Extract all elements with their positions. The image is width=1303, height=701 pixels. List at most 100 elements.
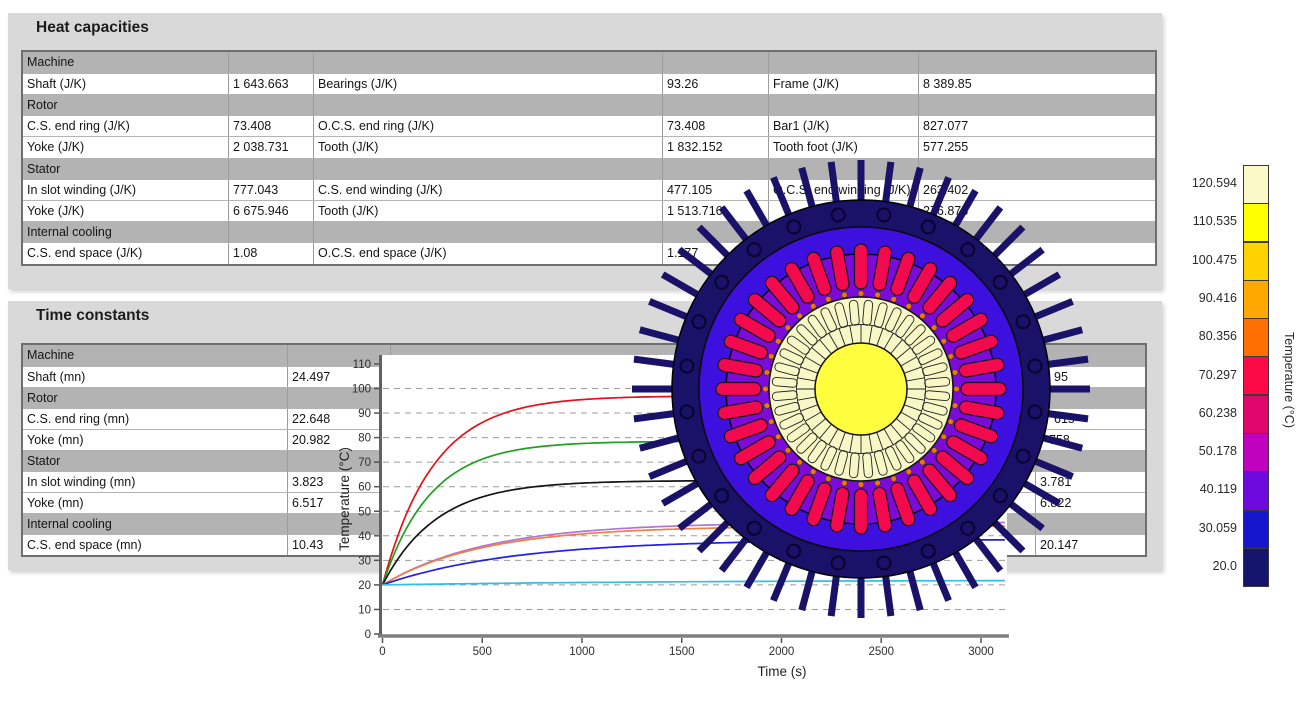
colorbar-tick-label: 40.119 xyxy=(1175,482,1237,496)
label-cell: C.S. end space (mn) xyxy=(23,535,287,556)
colorbar-segment xyxy=(1243,203,1269,242)
value-cell xyxy=(700,409,800,430)
value-cell: 10.43 xyxy=(287,535,390,556)
section-label xyxy=(313,159,662,180)
colorbar-tick-label: 90.416 xyxy=(1175,291,1237,305)
label-cell xyxy=(768,201,918,222)
heat-capacities-table: MachineShaft (J/K)1 643.663Bearings (J/K… xyxy=(21,50,1157,266)
value-cell: 22.648 xyxy=(287,409,390,430)
label-cell xyxy=(390,367,700,388)
section-label xyxy=(662,159,768,180)
section-label xyxy=(918,95,1155,116)
value-cell: 1.08 xyxy=(228,243,313,264)
y-tick-label: 20 xyxy=(358,580,371,592)
y-tick-label: 10 xyxy=(358,604,371,616)
colorbar-segment xyxy=(1243,165,1269,204)
label-cell: Bearings (J/K) xyxy=(313,74,662,95)
label-cell: C.S. end ring (J/K) xyxy=(23,116,228,137)
table-row: C.S. end space (mn)10.4320.147 xyxy=(23,534,1145,556)
frame-fin xyxy=(906,567,924,611)
value-cell: 3.823 xyxy=(287,472,390,493)
label-cell: Tooth (J/K) xyxy=(313,137,662,158)
colorbar-segment xyxy=(1243,395,1269,434)
section-label xyxy=(390,514,700,535)
value-cell: 1.177 xyxy=(662,243,768,264)
section-label xyxy=(228,222,313,243)
section-label xyxy=(1035,514,1145,535)
slot-opening xyxy=(841,292,847,298)
section-label xyxy=(287,388,390,409)
section-label xyxy=(918,222,1155,243)
value-cell xyxy=(700,367,800,388)
label-cell xyxy=(390,493,700,514)
label-cell: O.C.S. end winding (J/K) xyxy=(768,180,918,201)
frame-fin xyxy=(882,572,895,617)
colorbar-segment xyxy=(1243,548,1269,587)
section-label xyxy=(700,388,800,409)
label-cell xyxy=(800,493,1035,514)
time-constants-title: Time constants xyxy=(36,307,149,325)
section-label: Machine xyxy=(23,345,287,366)
temperature-colorbar xyxy=(1243,165,1269,586)
value-cell: 73.408 xyxy=(228,116,313,137)
value-cell: 24.497 xyxy=(287,367,390,388)
thermal-report-canvas: Heat capacities MachineShaft (J/K)1 643.… xyxy=(0,0,1303,701)
value-cell xyxy=(700,493,800,514)
section-label: Machine xyxy=(23,52,228,73)
x-tick-label: 2000 xyxy=(769,646,795,658)
section-label xyxy=(800,451,1035,472)
label-cell: Tooth foot (J/K) xyxy=(768,137,918,158)
label-cell: O.C.S. end ring (J/K) xyxy=(313,116,662,137)
colorbar-segment xyxy=(1243,280,1269,319)
table-row: Shaft (J/K)1 643.663Bearings (J/K)93.26F… xyxy=(23,73,1155,95)
value-cell: 1 832.152 xyxy=(662,137,768,158)
section-label xyxy=(1035,345,1145,366)
value-cell: 276.878 xyxy=(918,201,1155,222)
section-label: Internal cooling xyxy=(23,222,228,243)
value-cell: 1 643.663 xyxy=(228,74,313,95)
table-row: Shaft (mn)24.49795 xyxy=(23,366,1145,388)
x-tick-label: 3000 xyxy=(968,646,994,658)
section-label xyxy=(313,222,662,243)
section-label xyxy=(390,388,700,409)
table-row: In slot winding (mn)3.8233.781 xyxy=(23,471,1145,493)
label-cell xyxy=(390,409,700,430)
value-cell: 1 513.716 xyxy=(662,201,768,222)
section-label: Rotor xyxy=(23,388,287,409)
label-cell xyxy=(800,430,1035,451)
section-label xyxy=(700,345,800,366)
colorbar-tick-label: 120.594 xyxy=(1175,176,1237,190)
label-cell xyxy=(800,409,1035,430)
section-label: Internal cooling xyxy=(23,514,287,535)
frame-fin xyxy=(828,572,841,617)
section-label xyxy=(228,159,313,180)
label-cell: Yoke (J/K) xyxy=(23,201,228,222)
label-cell xyxy=(390,535,700,556)
section-label xyxy=(287,451,390,472)
section-label xyxy=(800,345,1035,366)
colorbar-tick-label: 100.475 xyxy=(1175,253,1237,267)
section-row: Machine xyxy=(23,345,1145,366)
value-cell: 263.402 xyxy=(918,180,1155,201)
label-cell: Shaft (mn) xyxy=(23,367,287,388)
colorbar-segment xyxy=(1243,433,1269,472)
x-tick-label: 500 xyxy=(473,646,492,658)
value-cell xyxy=(700,535,800,556)
colorbar-segment xyxy=(1243,356,1269,395)
slot-opening xyxy=(874,292,880,298)
label-cell xyxy=(800,535,1035,556)
label-cell: Bar1 (J/K) xyxy=(768,116,918,137)
value-cell: 6.822 xyxy=(1035,493,1145,514)
label-cell xyxy=(768,243,918,264)
value-cell: 758 xyxy=(1035,430,1145,451)
x-tick-label: 1000 xyxy=(569,646,595,658)
table-row: C.S. end ring (J/K)73.408O.C.S. end ring… xyxy=(23,115,1155,137)
label-cell: In slot winding (mn) xyxy=(23,472,287,493)
table-row: Yoke (J/K)2 038.731Tooth (J/K)1 832.152T… xyxy=(23,136,1155,158)
section-label xyxy=(768,222,918,243)
value-cell xyxy=(700,430,800,451)
colorbar-segment xyxy=(1243,318,1269,357)
section-label xyxy=(918,52,1155,73)
section-label xyxy=(228,52,313,73)
table-row: C.S. end space (J/K)1.08O.C.S. end space… xyxy=(23,242,1155,264)
